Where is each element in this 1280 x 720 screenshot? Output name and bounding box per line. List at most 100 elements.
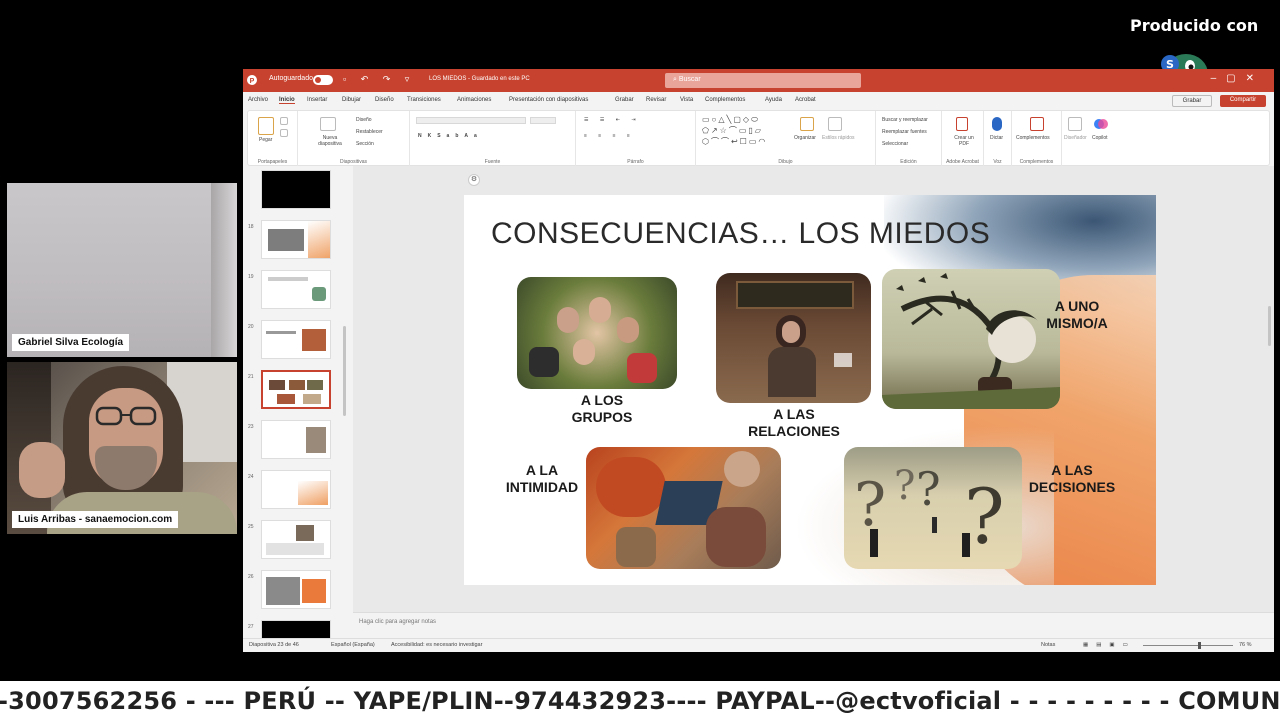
slide-number: 25: [248, 524, 254, 530]
slide-thumbnail[interactable]: [261, 570, 331, 609]
autosave-toggle[interactable]: [313, 75, 333, 85]
participant-name-2: Luis Arribas - sanaemocion.com: [12, 511, 179, 528]
slide[interactable]: CONSECUENCIAS… LOS MIEDOS A LOS GRUPOS A…: [464, 195, 1156, 585]
copy-icon[interactable]: [280, 129, 288, 137]
canvas-scrollbar[interactable]: [1268, 306, 1271, 346]
slide-number: 24: [248, 474, 254, 480]
slide-thumbnail[interactable]: [261, 170, 331, 209]
replace-fonts-button[interactable]: Reemplazar fuentes: [882, 129, 927, 135]
shapes-gallery[interactable]: ▭○△╲▢◇⬭ ⬠↗☆⌒▭▯▱ ⬡⌒⌒↩☐▭◠: [702, 115, 767, 147]
cut-icon[interactable]: [280, 117, 288, 125]
accessibility-indicator[interactable]: Accesibilidad: es necesario investigar: [391, 642, 482, 648]
participant-video-1: [7, 183, 237, 357]
slide-thumbnail[interactable]: [261, 620, 331, 638]
tab-vista[interactable]: Vista: [680, 97, 693, 103]
tab-animaciones[interactable]: Animaciones: [457, 97, 491, 103]
notes-toggle[interactable]: Notas: [1041, 642, 1055, 648]
powerpoint-window: P Autoguardado ▫ ↶ ↷ ▿ LOS MIEDOS - Guar…: [243, 69, 1274, 652]
svg-text:P: P: [250, 78, 255, 85]
slide-thumbnail-selected[interactable]: [261, 370, 331, 409]
thumbnails-scrollbar[interactable]: [343, 326, 346, 416]
slide-number: 27: [248, 624, 254, 630]
slide-thumbnail[interactable]: [261, 470, 331, 509]
tab-dibujar[interactable]: Dibujar: [342, 97, 361, 103]
list-buttons[interactable]: ☰ ☰ ⇤ ⇥: [584, 117, 641, 123]
participant-video-2: [7, 362, 237, 534]
share-button[interactable]: Compartir: [1220, 95, 1266, 107]
slide-number: 23: [248, 424, 254, 430]
group-label: Párrafo: [627, 159, 644, 165]
group-portapapeles: Pegar Portapapeles: [248, 111, 298, 167]
tab-revisar[interactable]: Revisar: [646, 97, 666, 103]
slide-number: 18: [248, 224, 254, 230]
group-acrobat: Crear un PDF Adobe Acrobat: [942, 111, 984, 167]
tab-diseno[interactable]: Diseño: [375, 97, 394, 103]
svg-text:?: ?: [916, 462, 941, 516]
group-diapositivas: Nueva diapositiva Diseño Restablecer Sec…: [298, 111, 410, 167]
zoom-slider[interactable]: [1143, 645, 1233, 646]
slide-thumbnail[interactable]: [261, 520, 331, 559]
background-door: [211, 183, 237, 357]
group-parrafo: ☰ ☰ ⇤ ⇥ ≡ ≡ ≡ ≡ Párrafo: [576, 111, 696, 167]
create-pdf-label: Crear un PDF: [954, 135, 974, 147]
tab-ayuda[interactable]: Ayuda: [765, 97, 782, 103]
arrange-icon[interactable]: [800, 117, 814, 131]
slide-thumbnail[interactable]: [261, 320, 331, 359]
group-label: Diapositivas: [340, 159, 367, 165]
designer-label: Diseñador: [1064, 135, 1087, 141]
caption-relations-text: A LAS RELACIONES: [748, 406, 840, 439]
find-replace-button[interactable]: Buscar y reemplazar: [882, 117, 928, 123]
paste-icon[interactable]: [258, 117, 274, 135]
zoom-level[interactable]: 76 %: [1239, 642, 1252, 648]
group-label: Fuente: [484, 159, 501, 165]
glasses-icon: [95, 406, 157, 426]
zoom-slider-thumb[interactable]: [1198, 642, 1201, 649]
tab-inicio[interactable]: Inicio: [279, 97, 295, 104]
tab-presentacion[interactable]: Presentación con diapositivas: [509, 97, 588, 103]
quick-access-toolbar[interactable]: ▫ ↶ ↷ ▿: [343, 74, 415, 85]
svg-text:?: ?: [964, 472, 1005, 561]
group-dibujo: ▭○△╲▢◇⬭ ⬠↗☆⌒▭▯▱ ⬡⌒⌒↩☐▭◠ Organizar Estilos …: [696, 111, 876, 167]
ribbon: Pegar Portapapeles Nueva diapositiva Dis…: [247, 110, 1270, 167]
autosave-label: Autoguardado: [269, 75, 313, 82]
tab-archivo[interactable]: Archivo: [248, 97, 268, 103]
addins-icon[interactable]: [1030, 117, 1044, 131]
arrange-label: Organizar: [794, 135, 816, 141]
quick-styles-icon[interactable]: [828, 117, 842, 131]
create-pdf-icon[interactable]: [956, 117, 968, 131]
tab-complementos[interactable]: Complementos: [705, 97, 745, 103]
search-input[interactable]: ⌕ Buscar: [665, 73, 861, 88]
tab-grabar[interactable]: Grabar: [615, 97, 634, 103]
caption-relations: A LAS RELACIONES: [742, 406, 846, 440]
reset-label[interactable]: Restablecer: [356, 129, 383, 135]
slide-thumbnail[interactable]: [261, 420, 331, 459]
window-controls[interactable]: –▢✕: [1211, 73, 1264, 84]
tab-insertar[interactable]: Insertar: [307, 97, 327, 103]
group-label: Adobe Acrobat: [946, 159, 979, 165]
microphone-icon[interactable]: [992, 117, 1002, 131]
donation-ticker: -3007562256 - --- PERÚ -- YAPE/PLIN--974…: [0, 681, 1280, 720]
slide-thumbnail[interactable]: [261, 270, 331, 309]
designer-icon[interactable]: [1068, 117, 1082, 131]
font-family-select[interactable]: [416, 117, 526, 124]
notes-pane[interactable]: Haga clic para agregar notas: [353, 612, 1274, 638]
new-slide-icon[interactable]: [320, 117, 336, 131]
font-format-buttons[interactable]: NKSabAa: [418, 133, 483, 139]
group-label: Edición: [900, 159, 917, 165]
new-slide-label: Nueva diapositiva: [318, 135, 342, 147]
section-label[interactable]: Sección: [356, 141, 374, 147]
record-button[interactable]: Grabar: [1172, 95, 1212, 107]
font-size-select[interactable]: [530, 117, 556, 124]
select-button[interactable]: Seleccionar: [882, 141, 908, 147]
tab-transiciones[interactable]: Transiciones: [407, 97, 441, 103]
caption-self-text: A UNO MISMO/A: [1046, 298, 1108, 331]
slide-thumbnail[interactable]: [261, 220, 331, 259]
language-indicator[interactable]: Español (España): [331, 642, 375, 648]
copilot-icon[interactable]: [1094, 117, 1108, 131]
group-complementos: Complementos Complementos: [1012, 111, 1062, 167]
tab-acrobat[interactable]: Acrobat: [795, 97, 816, 103]
align-buttons[interactable]: ≡ ≡ ≡ ≡: [584, 133, 635, 139]
designer-hint-icon[interactable]: ⚙: [468, 174, 480, 186]
layout-label[interactable]: Diseño: [356, 117, 372, 123]
view-buttons[interactable]: ▦▤▣▭: [1083, 642, 1136, 648]
